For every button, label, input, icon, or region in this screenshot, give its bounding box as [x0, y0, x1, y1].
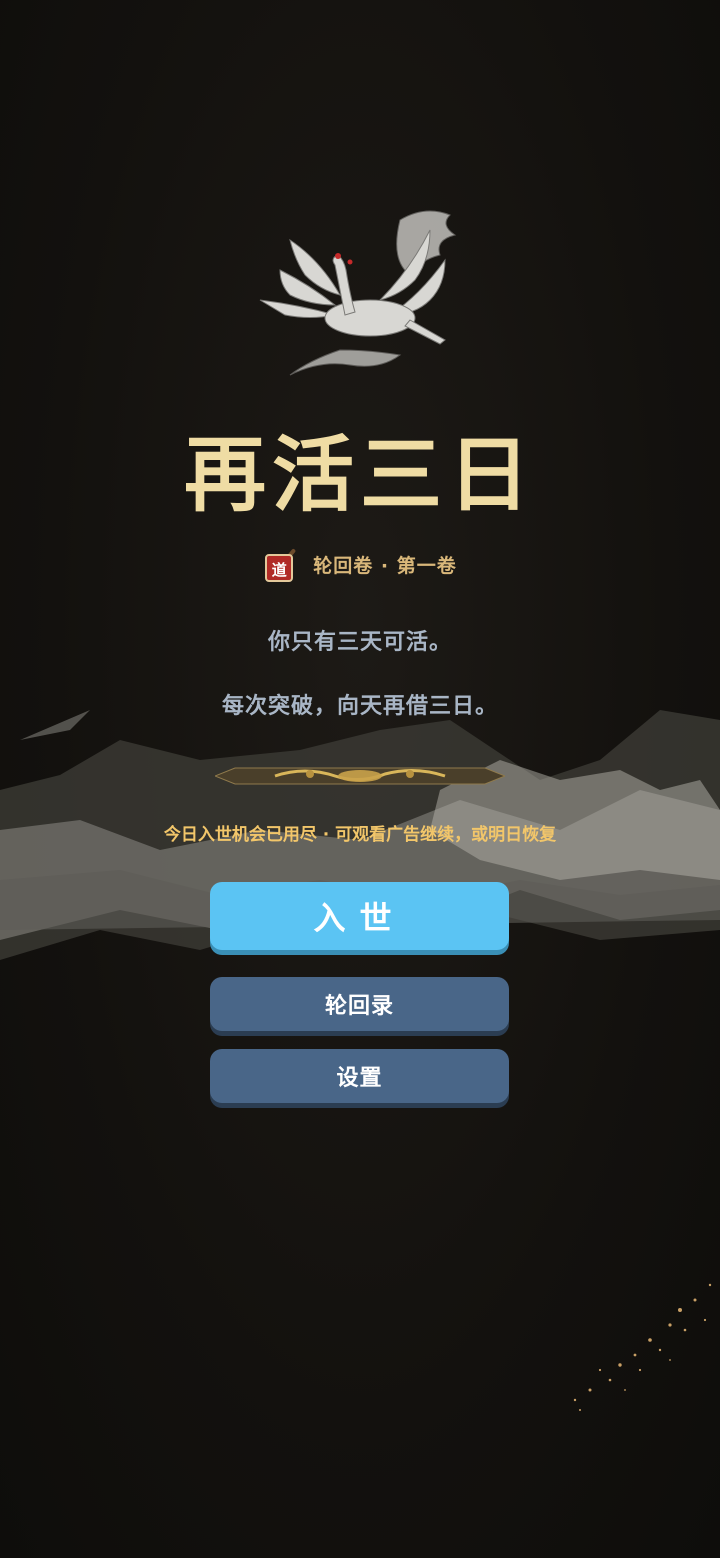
daily-limit-notice: 今日入世机会已用尽 · 可观看广告继续，或明日恢复 [163, 825, 557, 845]
title-screen: 再活三日 道 轮回卷 · 第一卷 你只有三天可活。 每次突破，向天再借三日。 今… [0, 0, 720, 1558]
tagline-line-2: 每次突破，向天再借三日。 [221, 694, 498, 719]
dao-seal-icon: 道 [263, 544, 303, 584]
game-title: 再活三日 [183, 427, 536, 523]
crane-emblem-icon [259, 210, 457, 376]
settings-button[interactable]: 设置 [210, 1049, 509, 1103]
tagline-line-1: 你只有三天可活。 [267, 630, 452, 655]
enter-world-button[interactable]: 入世 [210, 882, 509, 950]
volume-indicator: 道 轮回卷 · 第一卷 [0, 540, 720, 588]
records-button[interactable]: 轮回录 [210, 977, 509, 1031]
seal-char: 道 [265, 554, 294, 582]
volume-label: 轮回卷 · 第一卷 [313, 554, 457, 577]
sparkle-dust-decoration [573, 1283, 712, 1411]
ornament-divider-icon [215, 767, 505, 785]
